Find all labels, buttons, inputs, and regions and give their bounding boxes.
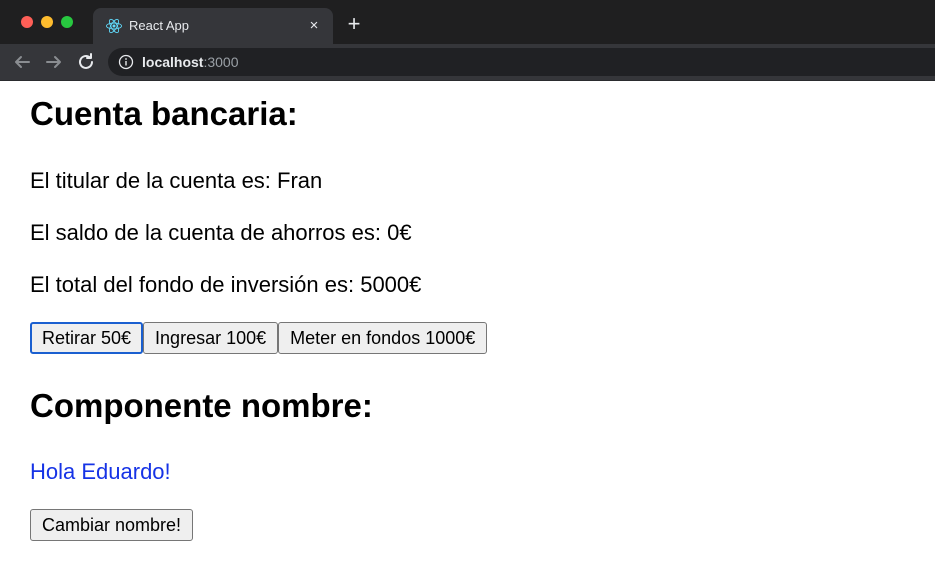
address-bar[interactable]: localhost:3000 [108, 48, 935, 76]
cambiar-nombre-button[interactable]: Cambiar nombre! [30, 509, 194, 541]
browser-toolbar: localhost:3000 [0, 44, 935, 81]
tab-react-app[interactable]: React App × [93, 8, 333, 44]
back-arrow-icon[interactable] [10, 50, 34, 74]
saldo-text: El saldo de la cuenta de ahorros es: 0€ [30, 220, 412, 245]
componente-nombre-heading: Componente nombre: [30, 387, 373, 424]
tab-strip: React App × + [0, 0, 935, 44]
url-host: localhost [142, 54, 204, 70]
cuenta-actions: Retirar 50€ Ingresar 100€ Meter en fondo… [30, 322, 488, 354]
meter-en-fondos-button[interactable]: Meter en fondos 1000€ [278, 322, 488, 354]
tab-title: React App [129, 18, 189, 33]
close-tab-icon[interactable]: × [305, 17, 323, 35]
browser-window: React App × + localhost:3000 Cuenta banc… [0, 0, 935, 572]
ingresar-button[interactable]: Ingresar 100€ [143, 322, 279, 354]
reload-icon[interactable] [74, 50, 98, 74]
react-logo-icon [106, 18, 122, 34]
forward-arrow-icon[interactable] [42, 50, 66, 74]
page-content: Cuenta bancaria: El titular de la cuenta… [0, 81, 935, 572]
url-text: localhost:3000 [142, 54, 239, 70]
window-maximize-button[interactable] [61, 16, 73, 28]
cuenta-bancaria-heading: Cuenta bancaria: [30, 95, 298, 132]
retirar-button[interactable]: Retirar 50€ [30, 322, 144, 354]
greeting-text: Hola Eduardo! [30, 459, 171, 484]
window-minimize-button[interactable] [41, 16, 53, 28]
fondo-inversion-text: El total del fondo de inversión es: 5000… [30, 272, 422, 297]
info-icon[interactable] [118, 54, 134, 70]
new-tab-button[interactable]: + [343, 13, 365, 35]
url-port: :3000 [203, 54, 239, 70]
titular-text: El titular de la cuenta es: Fran [30, 168, 323, 193]
window-close-button[interactable] [21, 16, 33, 28]
